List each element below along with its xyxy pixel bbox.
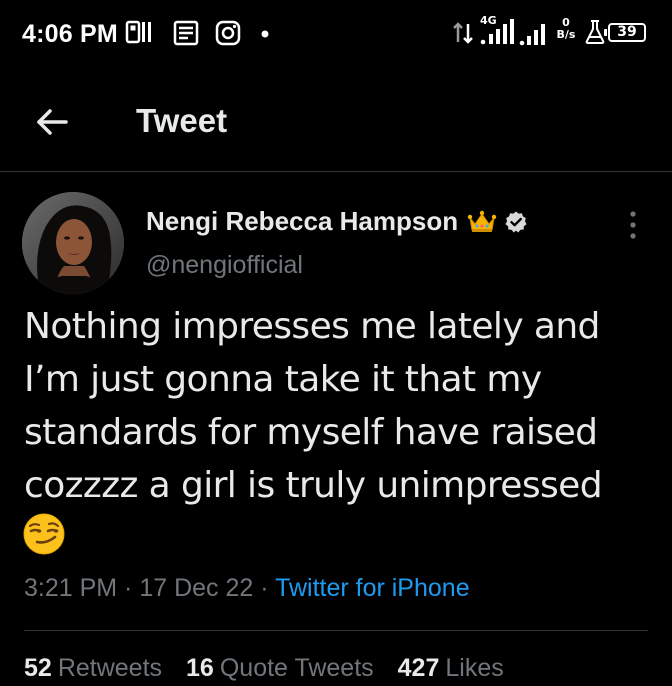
news-notification-icon xyxy=(172,19,200,47)
author-name[interactable]: Nengi Rebecca Hampson xyxy=(146,206,458,237)
signal-sim2-icon xyxy=(518,18,548,48)
status-time: 4:06 PM xyxy=(22,20,118,48)
verified-badge-icon xyxy=(504,210,528,234)
data-transfer-icon xyxy=(452,16,474,48)
network-speed-unit: B/s xyxy=(556,28,576,41)
profile-photo-icon xyxy=(22,192,124,294)
quote-tweets-label: Quote Tweets xyxy=(219,654,374,682)
divider xyxy=(24,630,648,631)
tweet-metadata: 3:21 PM · 17 Dec 22 · Twitter for iPhone xyxy=(24,574,470,603)
retweets-stat[interactable]: 52 Retweets xyxy=(24,654,162,683)
instagram-icon xyxy=(214,19,242,47)
battery-icon: 39 xyxy=(604,23,646,42)
author-name-row: Nengi Rebecca Hampson xyxy=(146,206,528,237)
likes-label: Likes xyxy=(445,654,504,682)
network-type-text: 4G xyxy=(480,14,497,27)
tweet-text: Nothing impresses me lately and I’m just… xyxy=(24,306,603,506)
quote-tweets-stat[interactable]: 16 Quote Tweets xyxy=(186,654,374,683)
lab-flask-icon xyxy=(584,18,606,46)
smirking-face-emoji-icon xyxy=(22,512,66,556)
arrow-left-icon xyxy=(37,109,68,135)
status-bar: 4:06 PM 4G 0 B/s 39 xyxy=(0,0,672,70)
network-speed: 0 B/s xyxy=(554,17,578,41)
signal-4g-icon: 4G xyxy=(478,14,518,48)
app-notification-icon xyxy=(125,19,155,47)
likes-count: 427 xyxy=(397,654,440,682)
tweet-stats: 52 Retweets 16 Quote Tweets 427 Likes xyxy=(24,654,528,683)
more-notifications-dot-icon xyxy=(258,19,272,47)
meta-separator: · xyxy=(253,574,276,602)
retweets-count: 52 xyxy=(24,654,52,682)
avatar[interactable] xyxy=(22,192,124,294)
battery-level: 39 xyxy=(617,24,637,40)
back-button[interactable] xyxy=(26,102,78,142)
meta-separator: · xyxy=(117,574,140,602)
quote-tweets-count: 16 xyxy=(186,654,214,682)
tweet-date: 17 Dec 22 xyxy=(139,574,254,602)
tweet-time: 3:21 PM xyxy=(24,574,118,602)
more-vertical-icon xyxy=(630,211,636,239)
more-options-button[interactable] xyxy=(618,208,648,242)
page-title: Tweet xyxy=(136,102,228,139)
top-header: Tweet xyxy=(0,70,672,172)
tweet-source-link[interactable]: Twitter for iPhone xyxy=(275,574,470,602)
author-handle[interactable]: @nengiofficial xyxy=(146,251,303,280)
crown-icon xyxy=(467,210,497,234)
retweets-label: Retweets xyxy=(57,654,163,682)
likes-stat[interactable]: 427 Likes xyxy=(398,654,504,683)
